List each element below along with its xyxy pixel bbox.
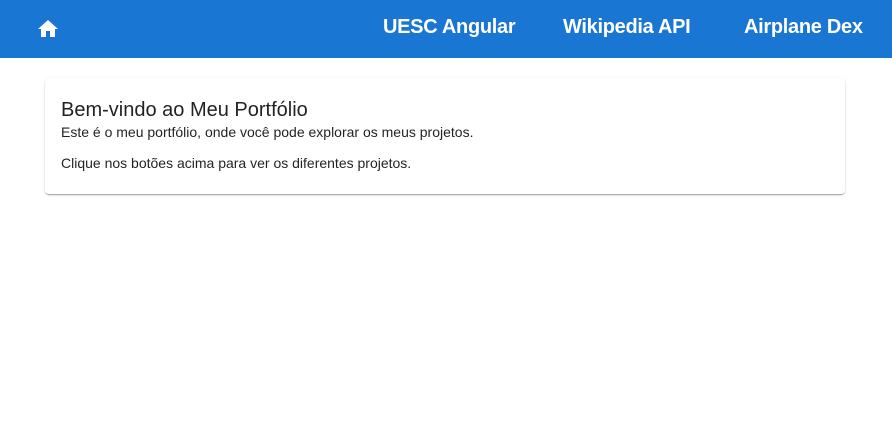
home-icon bbox=[36, 17, 60, 41]
home-button[interactable] bbox=[24, 5, 72, 53]
nav-airplane-dex[interactable]: Airplane Dex bbox=[744, 0, 863, 58]
nav-uesc-angular[interactable]: UESC Angular bbox=[383, 0, 516, 58]
card-instruction: Clique nos botões acima para ver os dife… bbox=[61, 155, 412, 171]
nav-wikipedia-api[interactable]: Wikipedia API bbox=[563, 0, 691, 58]
card-description: Este é o meu portfólio, onde você pode e… bbox=[61, 124, 474, 140]
welcome-card: Bem-vindo ao Meu Portfólio Este é o meu … bbox=[45, 78, 845, 194]
top-toolbar: UESC Angular Wikipedia API Airplane Dex bbox=[0, 0, 892, 58]
card-title: Bem-vindo ao Meu Portfólio bbox=[61, 99, 308, 121]
